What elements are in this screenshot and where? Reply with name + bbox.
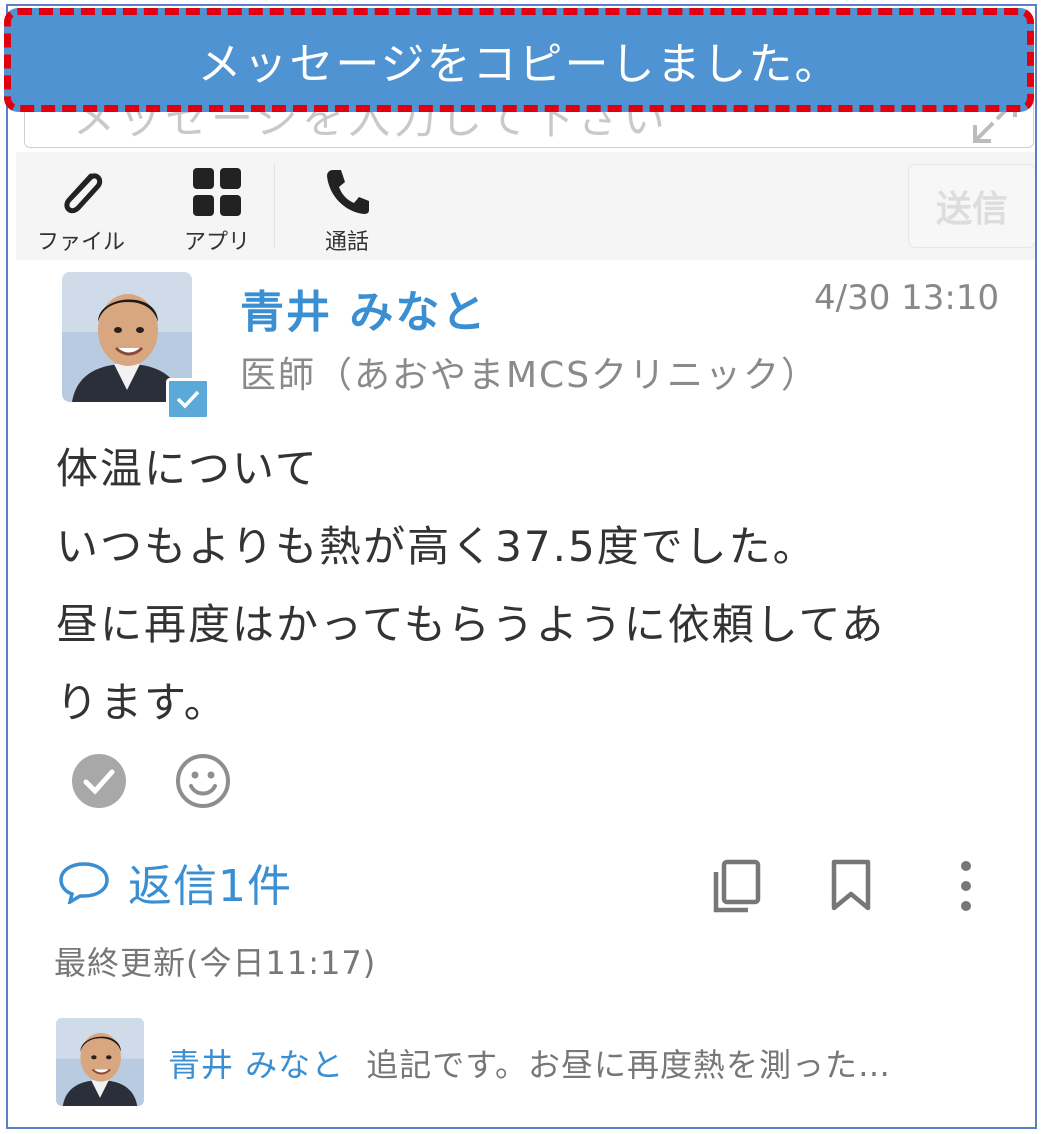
check-icon [176,390,200,409]
reply-snippet: 追記です。お昼に再度熱を測った… [366,1046,891,1084]
send-button[interactable]: 送信 [908,164,1035,248]
verified-badge [166,378,210,420]
sender-name[interactable]: 青井 みなと [240,276,487,340]
message-line: ります。 [56,678,228,727]
call-label: 通話 [324,230,369,255]
smile-icon[interactable] [174,752,232,810]
message-body: 体温について いつもよりも熱が高く37.5度でした。 昼に再度はかってもらうよう… [56,430,1006,742]
reply-preview[interactable]: 青井 みなと 追記です。お昼に再度熱を測った… [168,1040,891,1086]
more-vertical-icon[interactable] [948,858,984,914]
paperclip-icon [64,173,103,214]
apps-grid-icon [193,168,241,216]
check-circle-icon[interactable] [70,752,128,810]
message-line: 昼に再度はかってもらうように依頼してあ [56,600,886,649]
sender-role: 医師（あおやまMCSクリニック） [240,355,820,396]
reply-avatar[interactable] [56,1018,144,1106]
file-button[interactable]: ファイル [26,152,136,260]
apps-button[interactable]: アプリ [162,152,272,260]
reply-author: 青井 みなと [168,1046,345,1084]
apps-label: アプリ [183,230,250,255]
message-timestamp: 4/30 13:10 [814,278,1000,318]
message-line: いつもよりも熱が高く37.5度でした。 [56,522,817,571]
reply-avatar-photo [56,1018,144,1106]
last-updated: 最終更新(今日11:17) [54,944,377,982]
message-line: 体温について [56,444,319,493]
message-panel: メッセージを入力して下さい ファイル アプリ 通話 送信 青井 みなと 4/30… [6,4,1037,1129]
phone-icon [327,170,369,214]
copy-icon[interactable] [708,858,764,916]
bookmark-icon[interactable] [828,858,874,912]
toast-message: メッセージをコピーしました。 [197,39,841,90]
composer-toolbar: ファイル アプリ 通話 送信 [16,152,1035,260]
copy-toast: メッセージをコピーしました。 [4,8,1034,112]
reply-thread-link[interactable]: 返信1件 [58,852,292,912]
file-label: ファイル [36,230,125,255]
call-button[interactable]: 通話 [292,152,402,260]
reply-count: 返信1件 [128,861,292,912]
speech-bubble-icon [59,862,109,904]
toolbar-divider [274,164,275,248]
